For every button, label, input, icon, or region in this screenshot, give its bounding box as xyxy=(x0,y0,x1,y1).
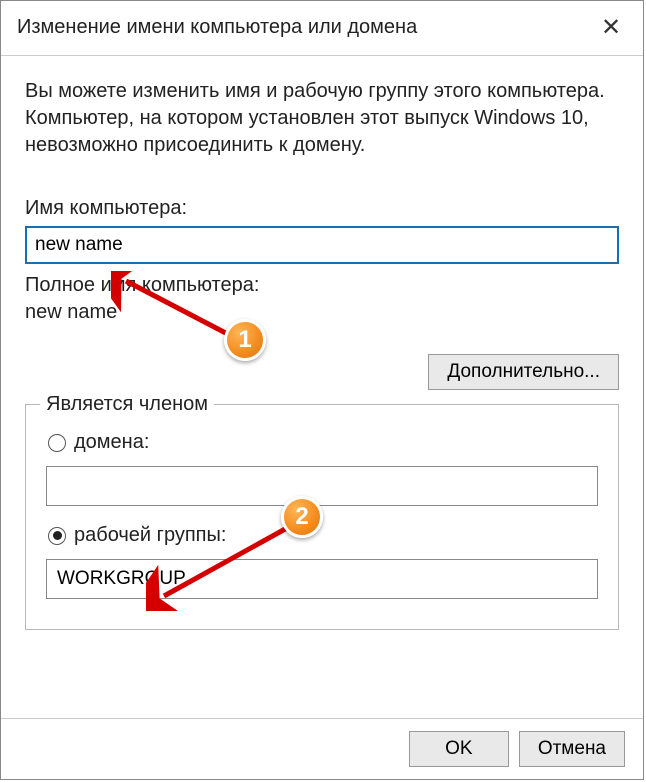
annotation-badge-1: 1 xyxy=(224,319,266,361)
dialog-body: Вы можете изменить имя и рабочую группу … xyxy=(1,56,643,630)
close-icon[interactable]: ✕ xyxy=(593,9,629,45)
dialog-window: Изменение имени компьютера или домена ✕ … xyxy=(0,0,644,780)
workgroup-radio-label: рабочей группы: xyxy=(74,522,226,549)
computer-name-section: Имя компьютера: xyxy=(25,195,619,264)
window-title: Изменение имени компьютера или домена xyxy=(17,16,417,39)
computer-name-label: Имя компьютера: xyxy=(25,195,619,222)
domain-radio[interactable] xyxy=(48,434,66,452)
titlebar: Изменение имени компьютера или домена ✕ xyxy=(1,1,643,56)
cancel-button[interactable]: Отмена xyxy=(519,731,625,767)
ok-button[interactable]: OK xyxy=(409,731,509,767)
full-name-label: Полное имя компьютера: xyxy=(25,272,619,299)
computer-name-input[interactable] xyxy=(25,226,619,264)
workgroup-radio[interactable] xyxy=(48,527,66,545)
dialog-footer: OK Отмена xyxy=(1,718,643,779)
full-name-value: new name xyxy=(25,299,619,326)
domain-radio-label: домена: xyxy=(74,429,149,456)
annotation-badge-2: 2 xyxy=(281,496,323,538)
more-button[interactable]: Дополнительно... xyxy=(428,354,619,390)
membership-title: Является членом xyxy=(40,391,214,418)
description-text: Вы можете изменить имя и рабочую группу … xyxy=(25,78,619,159)
more-button-row: Дополнительно... xyxy=(25,354,619,390)
workgroup-input[interactable] xyxy=(46,559,598,599)
full-name-section: Полное имя компьютера: new name xyxy=(25,272,619,326)
domain-radio-row[interactable]: домена: xyxy=(48,429,598,456)
domain-input[interactable] xyxy=(46,466,598,506)
workgroup-radio-row[interactable]: рабочей группы: xyxy=(48,522,598,549)
